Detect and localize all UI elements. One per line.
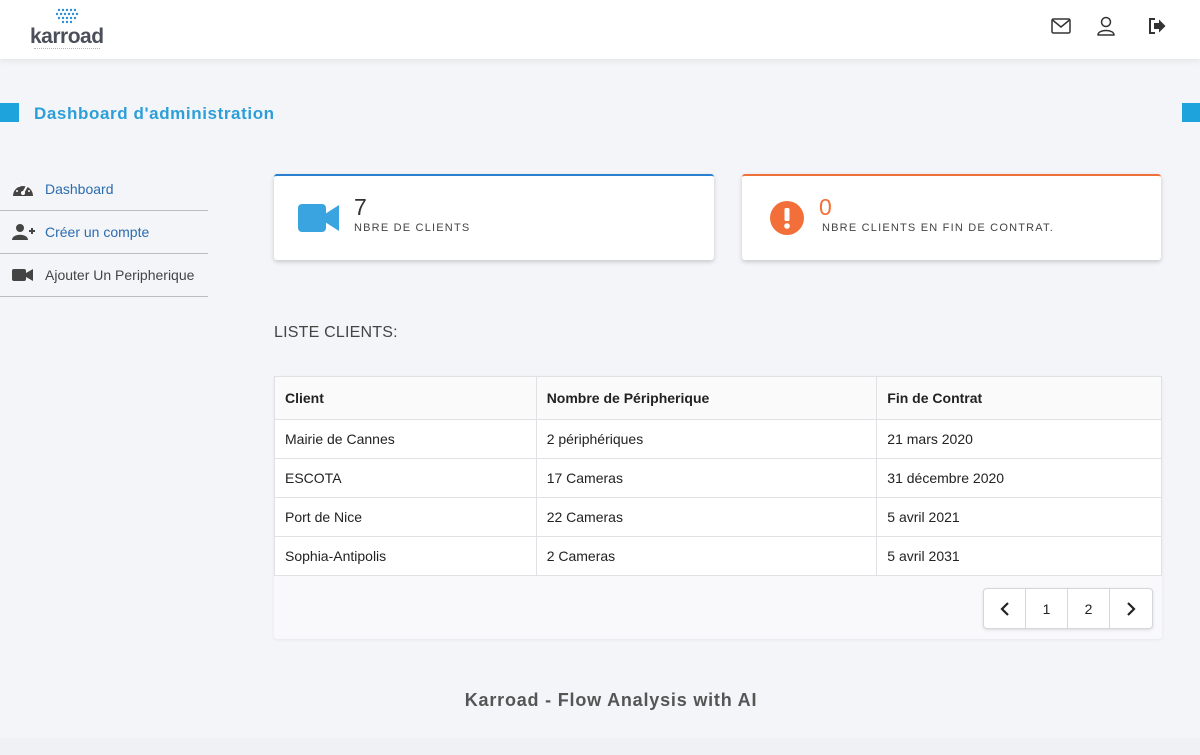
logo-text: karroad [30, 25, 104, 48]
logo-tagline-line [34, 48, 100, 50]
column-header-devices[interactable]: Nombre de Péripherique [535, 376, 878, 420]
table-row[interactable]: ESCOTA 17 Cameras 31 décembre 2020 [274, 458, 1162, 498]
sidebar-item-label: Créer un compte [45, 224, 150, 240]
karroad-logo[interactable]: karroad [30, 8, 110, 52]
sidebar-item-dashboard[interactable]: Dashboard [0, 168, 208, 211]
pagination-page-2[interactable]: 2 [1068, 589, 1110, 628]
expiring-count: 0 [819, 194, 832, 220]
cell-devices: 17 Cameras [535, 458, 878, 498]
pagination-prev-button[interactable] [984, 589, 1026, 628]
chevron-right-icon [1127, 601, 1136, 616]
mail-icon[interactable] [1049, 14, 1073, 38]
chevron-left-icon [999, 601, 1009, 616]
tachometer-icon [12, 179, 36, 199]
footer-text: Karroad - Flow Analysis with AI [464, 690, 758, 710]
clients-table: Client Nombre de Péripherique Fin de Con… [274, 376, 1162, 576]
user-plus-icon [12, 222, 36, 242]
top-bar: karroad [0, 0, 1200, 59]
cell-contract-end: 21 mars 2020 [876, 419, 1162, 459]
expiring-caption: NBRE CLIENTS EN FIN DE CONTRAT. [822, 222, 1054, 234]
cell-client: Port de Nice [274, 497, 537, 537]
section-marker-left [0, 103, 19, 122]
column-header-client[interactable]: Client [274, 376, 537, 420]
cell-client: Mairie de Cannes [274, 419, 537, 459]
cell-contract-end: 5 avril 2021 [876, 497, 1162, 537]
stat-card-clients: 7 NBRE DE CLIENTS [274, 174, 714, 260]
clients-count: 7 [354, 194, 367, 220]
sidebar-item-label: Dashboard [45, 181, 114, 197]
table-header-row: Client Nombre de Péripherique Fin de Con… [274, 376, 1162, 420]
table-row[interactable]: Sophia-Antipolis 2 Cameras 5 avril 2031 [274, 536, 1162, 576]
column-header-contract-end[interactable]: Fin de Contrat [876, 376, 1162, 420]
clients-caption: NBRE DE CLIENTS [354, 222, 471, 234]
sidebar-item-create-account[interactable]: Créer un compte [0, 211, 208, 254]
cell-devices: 2 Cameras [535, 536, 878, 576]
logo-dots-icon [56, 8, 79, 24]
logout-icon[interactable] [1145, 14, 1169, 38]
cell-contract-end: 5 avril 2031 [876, 536, 1162, 576]
table-row[interactable]: Port de Nice 22 Cameras 5 avril 2021 [274, 497, 1162, 537]
sidebar-item-label: Ajouter Un Peripherique [45, 267, 195, 283]
pagination-next-button[interactable] [1110, 589, 1152, 628]
pagination: 1 2 [983, 588, 1153, 629]
sidebar-item-add-device[interactable]: Ajouter Un Peripherique [0, 254, 208, 297]
bottom-band [0, 738, 1200, 755]
cell-devices: 22 Cameras [535, 497, 878, 537]
video-camera-icon [298, 202, 340, 239]
exclamation-circle-icon [769, 200, 805, 241]
table-row[interactable]: Mairie de Cannes 2 périphériques 21 mars… [274, 419, 1162, 459]
pagination-page-1[interactable]: 1 [1026, 589, 1068, 628]
cell-devices: 2 périphériques [535, 419, 878, 459]
cell-contract-end: 31 décembre 2020 [876, 458, 1162, 498]
sidebar: Dashboard Créer un compte Ajouter Un Per… [0, 168, 208, 297]
stat-card-expiring: 0 NBRE CLIENTS EN FIN DE CONTRAT. [742, 174, 1161, 260]
page-title: Dashboard d'administration [34, 104, 275, 123]
clients-list-title: LISTE CLIENTS: [274, 324, 398, 341]
cell-client: ESCOTA [274, 458, 537, 498]
video-camera-icon [12, 265, 36, 285]
section-marker-right [1182, 103, 1200, 122]
user-icon[interactable] [1094, 14, 1118, 38]
cell-client: Sophia-Antipolis [274, 536, 537, 576]
